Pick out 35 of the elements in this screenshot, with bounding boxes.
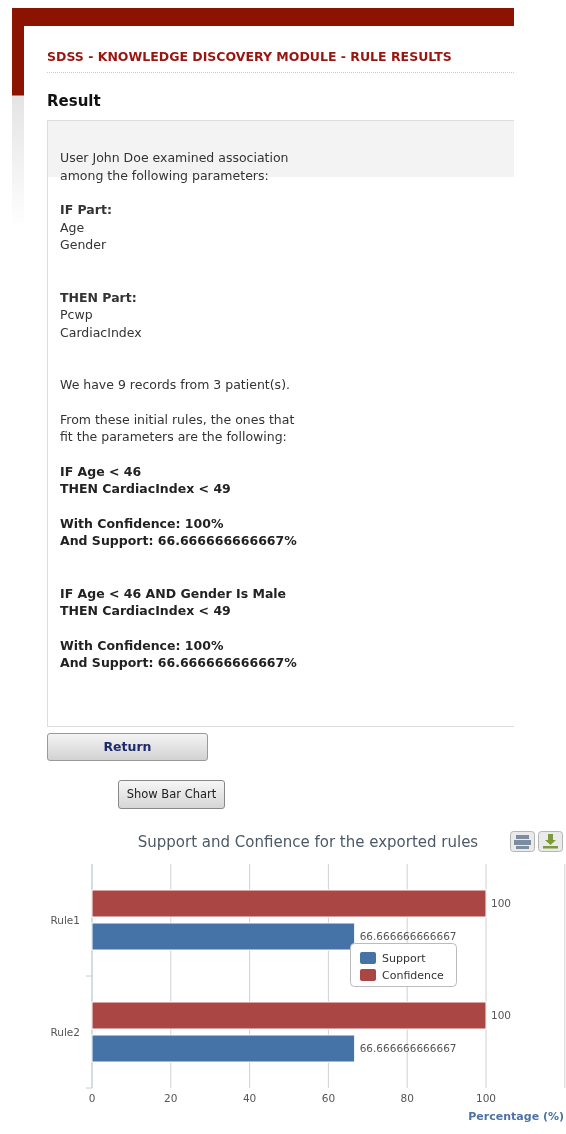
part-heading: IF Part: (60, 201, 112, 219)
print-icon[interactable] (510, 830, 535, 852)
download-icon[interactable] (538, 830, 563, 852)
page-title: SDSS - KNOWLEDGE DISCOVERY MODULE - RULE RESULTS (47, 48, 514, 73)
parameter-name: Age (60, 218, 85, 236)
axis-tick-label: 60 (321, 1091, 336, 1104)
rule-measures: With Confidence: 100% And Support: 66.666666666667% (60, 514, 298, 550)
part-heading: THEN Part: (60, 288, 137, 306)
legend-label[interactable]: Support (382, 951, 426, 965)
show-bar-chart-button[interactable]: Show Bar Chart (118, 779, 225, 809)
rule-measures: With Confidence: 100% And Support: 66.666666666667% (60, 636, 298, 672)
value-label: 66.666666666667 (359, 929, 457, 942)
result-text: From these initial rules, the ones that fit the parameters are the following: (60, 410, 296, 446)
section-title: Result (47, 91, 102, 111)
category-label: Rule1 (50, 913, 80, 926)
chart-title: Support and Confience for the exported rules (137, 832, 479, 851)
value-label: 100 (491, 896, 512, 909)
value-label: 66.666666666667 (359, 1041, 457, 1054)
rule-text: IF Age < 46 THEN CardiacIndex < 49 (60, 462, 232, 498)
axis-tick-label: 40 (242, 1091, 257, 1104)
axis-tick-label: 80 (400, 1091, 414, 1104)
result-text: User John Doe examined association among the following parameters: (60, 149, 290, 184)
parameter-name: Gender (60, 236, 107, 254)
rule-text: IF Age < 46 AND Gender Is Male THEN CardiacIndex < 49 (60, 584, 288, 620)
axis-tick-label: 0 (88, 1091, 96, 1104)
axis-tick-label: 20 (164, 1091, 178, 1104)
result-text: We have 9 records from 3 patient(s). (60, 376, 291, 394)
legend-label[interactable]: Confidence (382, 968, 444, 982)
value-label: 100 (491, 1008, 512, 1021)
axis-tick-label: 100 (476, 1091, 496, 1104)
parameter-name: CardiacIndex (60, 323, 142, 341)
axis-title: Percentage (%) (468, 1109, 564, 1122)
parameter-name: Pcwp (60, 306, 93, 324)
return-button[interactable]: Return (47, 732, 208, 761)
category-label: Rule2 (50, 1025, 80, 1038)
